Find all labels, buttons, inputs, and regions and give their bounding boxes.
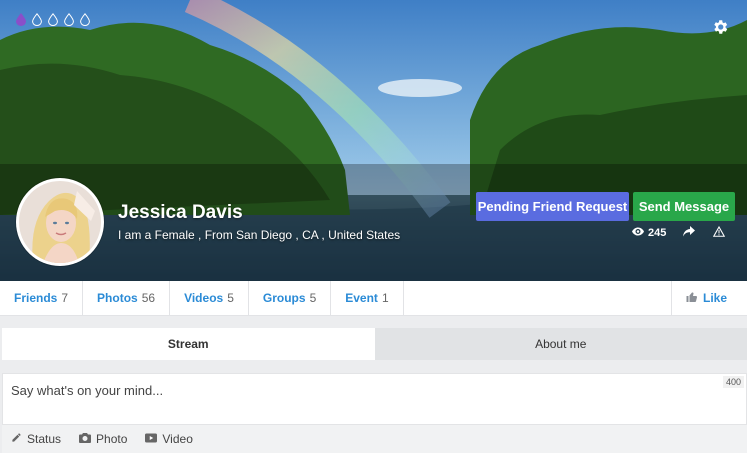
post-type-label: Status [27, 432, 62, 446]
post-type-label: Photo [96, 432, 128, 446]
like-label: Like [702, 291, 727, 305]
stat-friends[interactable]: Friends 7 [0, 281, 84, 315]
stat-count: 1 [381, 291, 389, 305]
stat-label: Photos [97, 291, 138, 305]
post-type-label: Video [162, 432, 193, 446]
cover-indicators [14, 12, 91, 27]
drop-empty-icon[interactable] [78, 12, 91, 27]
stat-label: Videos [184, 291, 224, 305]
profile-subtitle: I am a Female , From San Diego , CA , Un… [118, 228, 401, 242]
gear-icon[interactable] [711, 18, 729, 36]
pending-friend-request-button[interactable]: Pending Friend Request [476, 192, 629, 221]
stat-count: 5 [227, 291, 234, 305]
avatar[interactable] [16, 178, 104, 266]
camera-icon [79, 432, 92, 446]
stat-count: 5 [309, 291, 317, 305]
thumbs-up-icon [686, 291, 698, 306]
profile-stats-bar: Friends 7 Photos 56 Videos 5 Groups 5 Ev… [0, 281, 747, 316]
send-message-button[interactable]: Send Message [633, 192, 735, 221]
cover-overlay [0, 164, 747, 281]
stat-count: 56 [141, 291, 156, 305]
drop-empty-icon[interactable] [46, 12, 59, 27]
profile-name: Jessica Davis [118, 202, 243, 223]
avatar-photo [19, 181, 101, 263]
status-input[interactable]: Say what's on your mind... [11, 383, 163, 398]
char-limit-badge: 400 [722, 376, 744, 388]
stat-label: Event [345, 291, 378, 305]
eye-icon [632, 227, 644, 239]
drop-empty-icon[interactable] [30, 12, 43, 27]
drop-filled-icon[interactable] [14, 12, 27, 27]
stat-videos[interactable]: Videos 5 [170, 281, 249, 315]
views-value: 245 [648, 227, 667, 239]
drop-empty-icon[interactable] [62, 12, 75, 27]
post-type-bar: Status Photo Video [2, 425, 747, 453]
post-composer[interactable]: Say what's on your mind... 400 [2, 373, 747, 425]
stat-count: 7 [61, 291, 69, 305]
video-icon [145, 432, 158, 446]
stat-label: Friends [14, 291, 58, 305]
profile-page: Jessica Davis I am a Female , From San D… [0, 0, 747, 453]
post-type-photo[interactable]: Photo [79, 432, 127, 446]
post-type-status[interactable]: Status [11, 432, 61, 446]
stat-event[interactable]: Event 1 [331, 281, 404, 315]
cover-photo: Jessica Davis I am a Female , From San D… [0, 0, 747, 281]
stat-label: Groups [262, 291, 306, 305]
tab-about-me[interactable]: About me [374, 328, 747, 360]
stat-photos[interactable]: Photos 56 [83, 281, 171, 315]
share-icon[interactable] [683, 226, 695, 237]
tab-stream[interactable]: Stream [2, 328, 375, 360]
like-button[interactable]: Like [670, 281, 747, 315]
pencil-icon [11, 432, 22, 446]
profile-tabs: Stream About me [2, 328, 747, 360]
stat-groups[interactable]: Groups 5 [249, 281, 332, 315]
warning-icon[interactable] [713, 226, 725, 237]
views-count: 245 [632, 227, 666, 239]
post-type-video[interactable]: Video [145, 432, 193, 446]
